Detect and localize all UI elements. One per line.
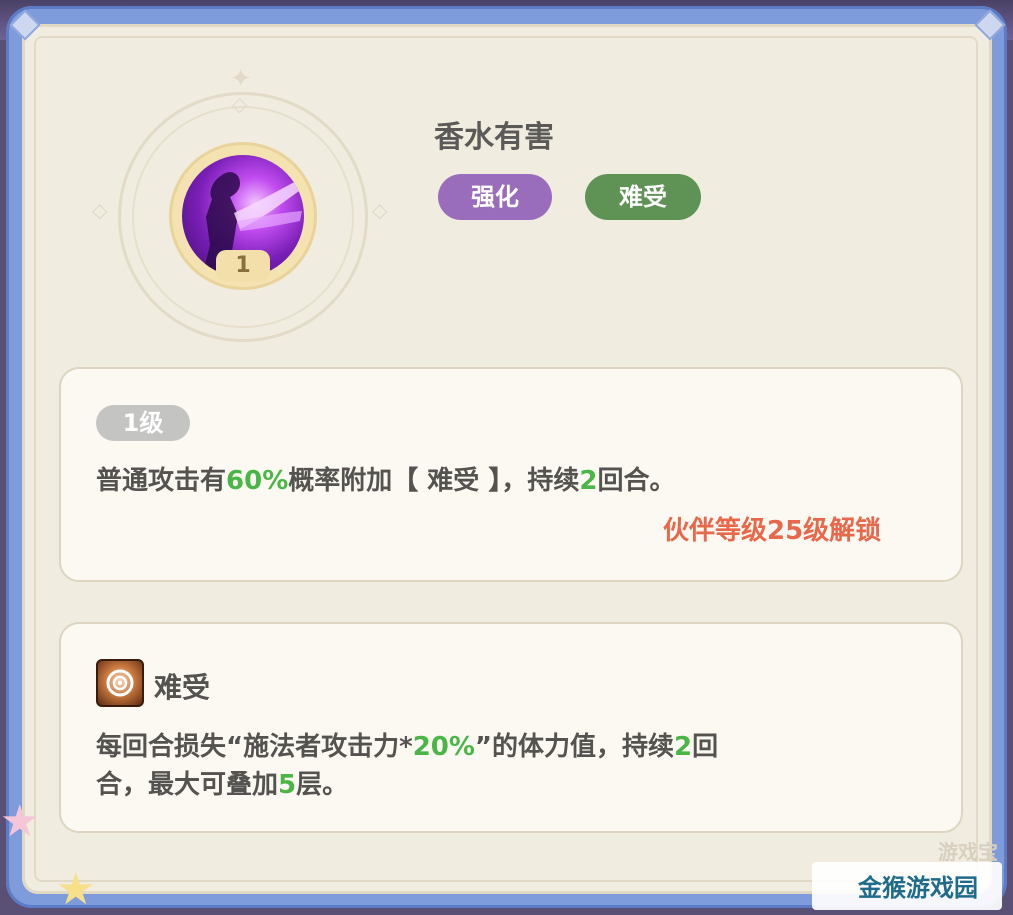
diamond-icon: ◇ xyxy=(372,198,388,222)
diamond-icon: ◇ xyxy=(92,198,108,222)
watermark-logo-text: 金猴游戏园 xyxy=(858,873,978,902)
effect-description-line1: 每回合损失“施法者攻击力*20%”的体力值，持续2回 xyxy=(96,732,719,762)
sparkle-icon: ✦ xyxy=(230,64,252,94)
tag-enhance: 强化 xyxy=(438,174,552,220)
skill-level-badge: 1 xyxy=(216,250,270,282)
unlock-text: 伙伴等级25级解锁 xyxy=(663,516,882,546)
watermark-text: 游戏宝 xyxy=(938,840,998,864)
level-description: 普通攻击有60%概率附加【 难受 】，持续2回合。 xyxy=(96,466,676,496)
skill-title: 香水有害 xyxy=(434,120,554,155)
pink-star-icon: ★ xyxy=(0,796,40,847)
level-pill: 1级 xyxy=(96,405,190,441)
yellow-star-icon: ★ xyxy=(56,864,96,915)
effect-name: 难受 xyxy=(154,671,211,704)
effect-description-line2: 合，最大可叠加5层。 xyxy=(96,770,349,800)
diamond-icon: ◇ xyxy=(232,92,248,116)
spiral-debuff-icon xyxy=(96,659,144,707)
tag-discomfort: 难受 xyxy=(585,174,701,220)
